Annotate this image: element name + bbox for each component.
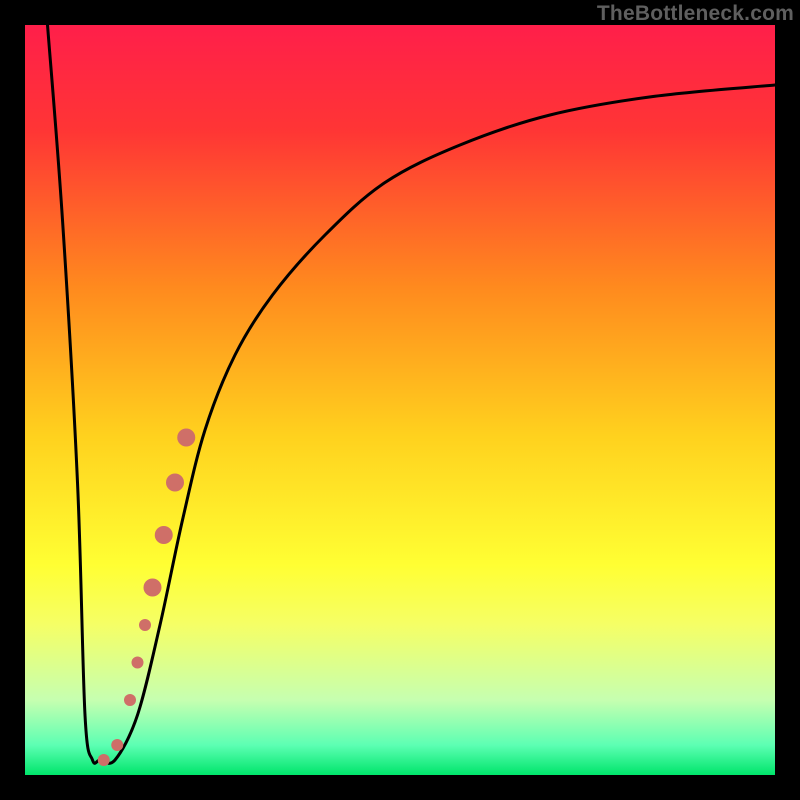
bottleneck-curve xyxy=(48,25,776,763)
watermark-text: TheBottleneck.com xyxy=(597,2,794,26)
data-marker xyxy=(111,739,123,751)
curve-layer xyxy=(25,25,775,775)
marker-group xyxy=(98,429,196,767)
data-marker xyxy=(155,526,173,544)
data-marker xyxy=(139,619,151,631)
plot-area xyxy=(25,25,775,775)
data-marker xyxy=(166,474,184,492)
data-marker xyxy=(132,657,144,669)
data-marker xyxy=(124,694,136,706)
data-marker xyxy=(98,754,110,766)
data-marker xyxy=(177,429,195,447)
chart-stage: TheBottleneck.com xyxy=(0,0,800,800)
data-marker xyxy=(144,579,162,597)
